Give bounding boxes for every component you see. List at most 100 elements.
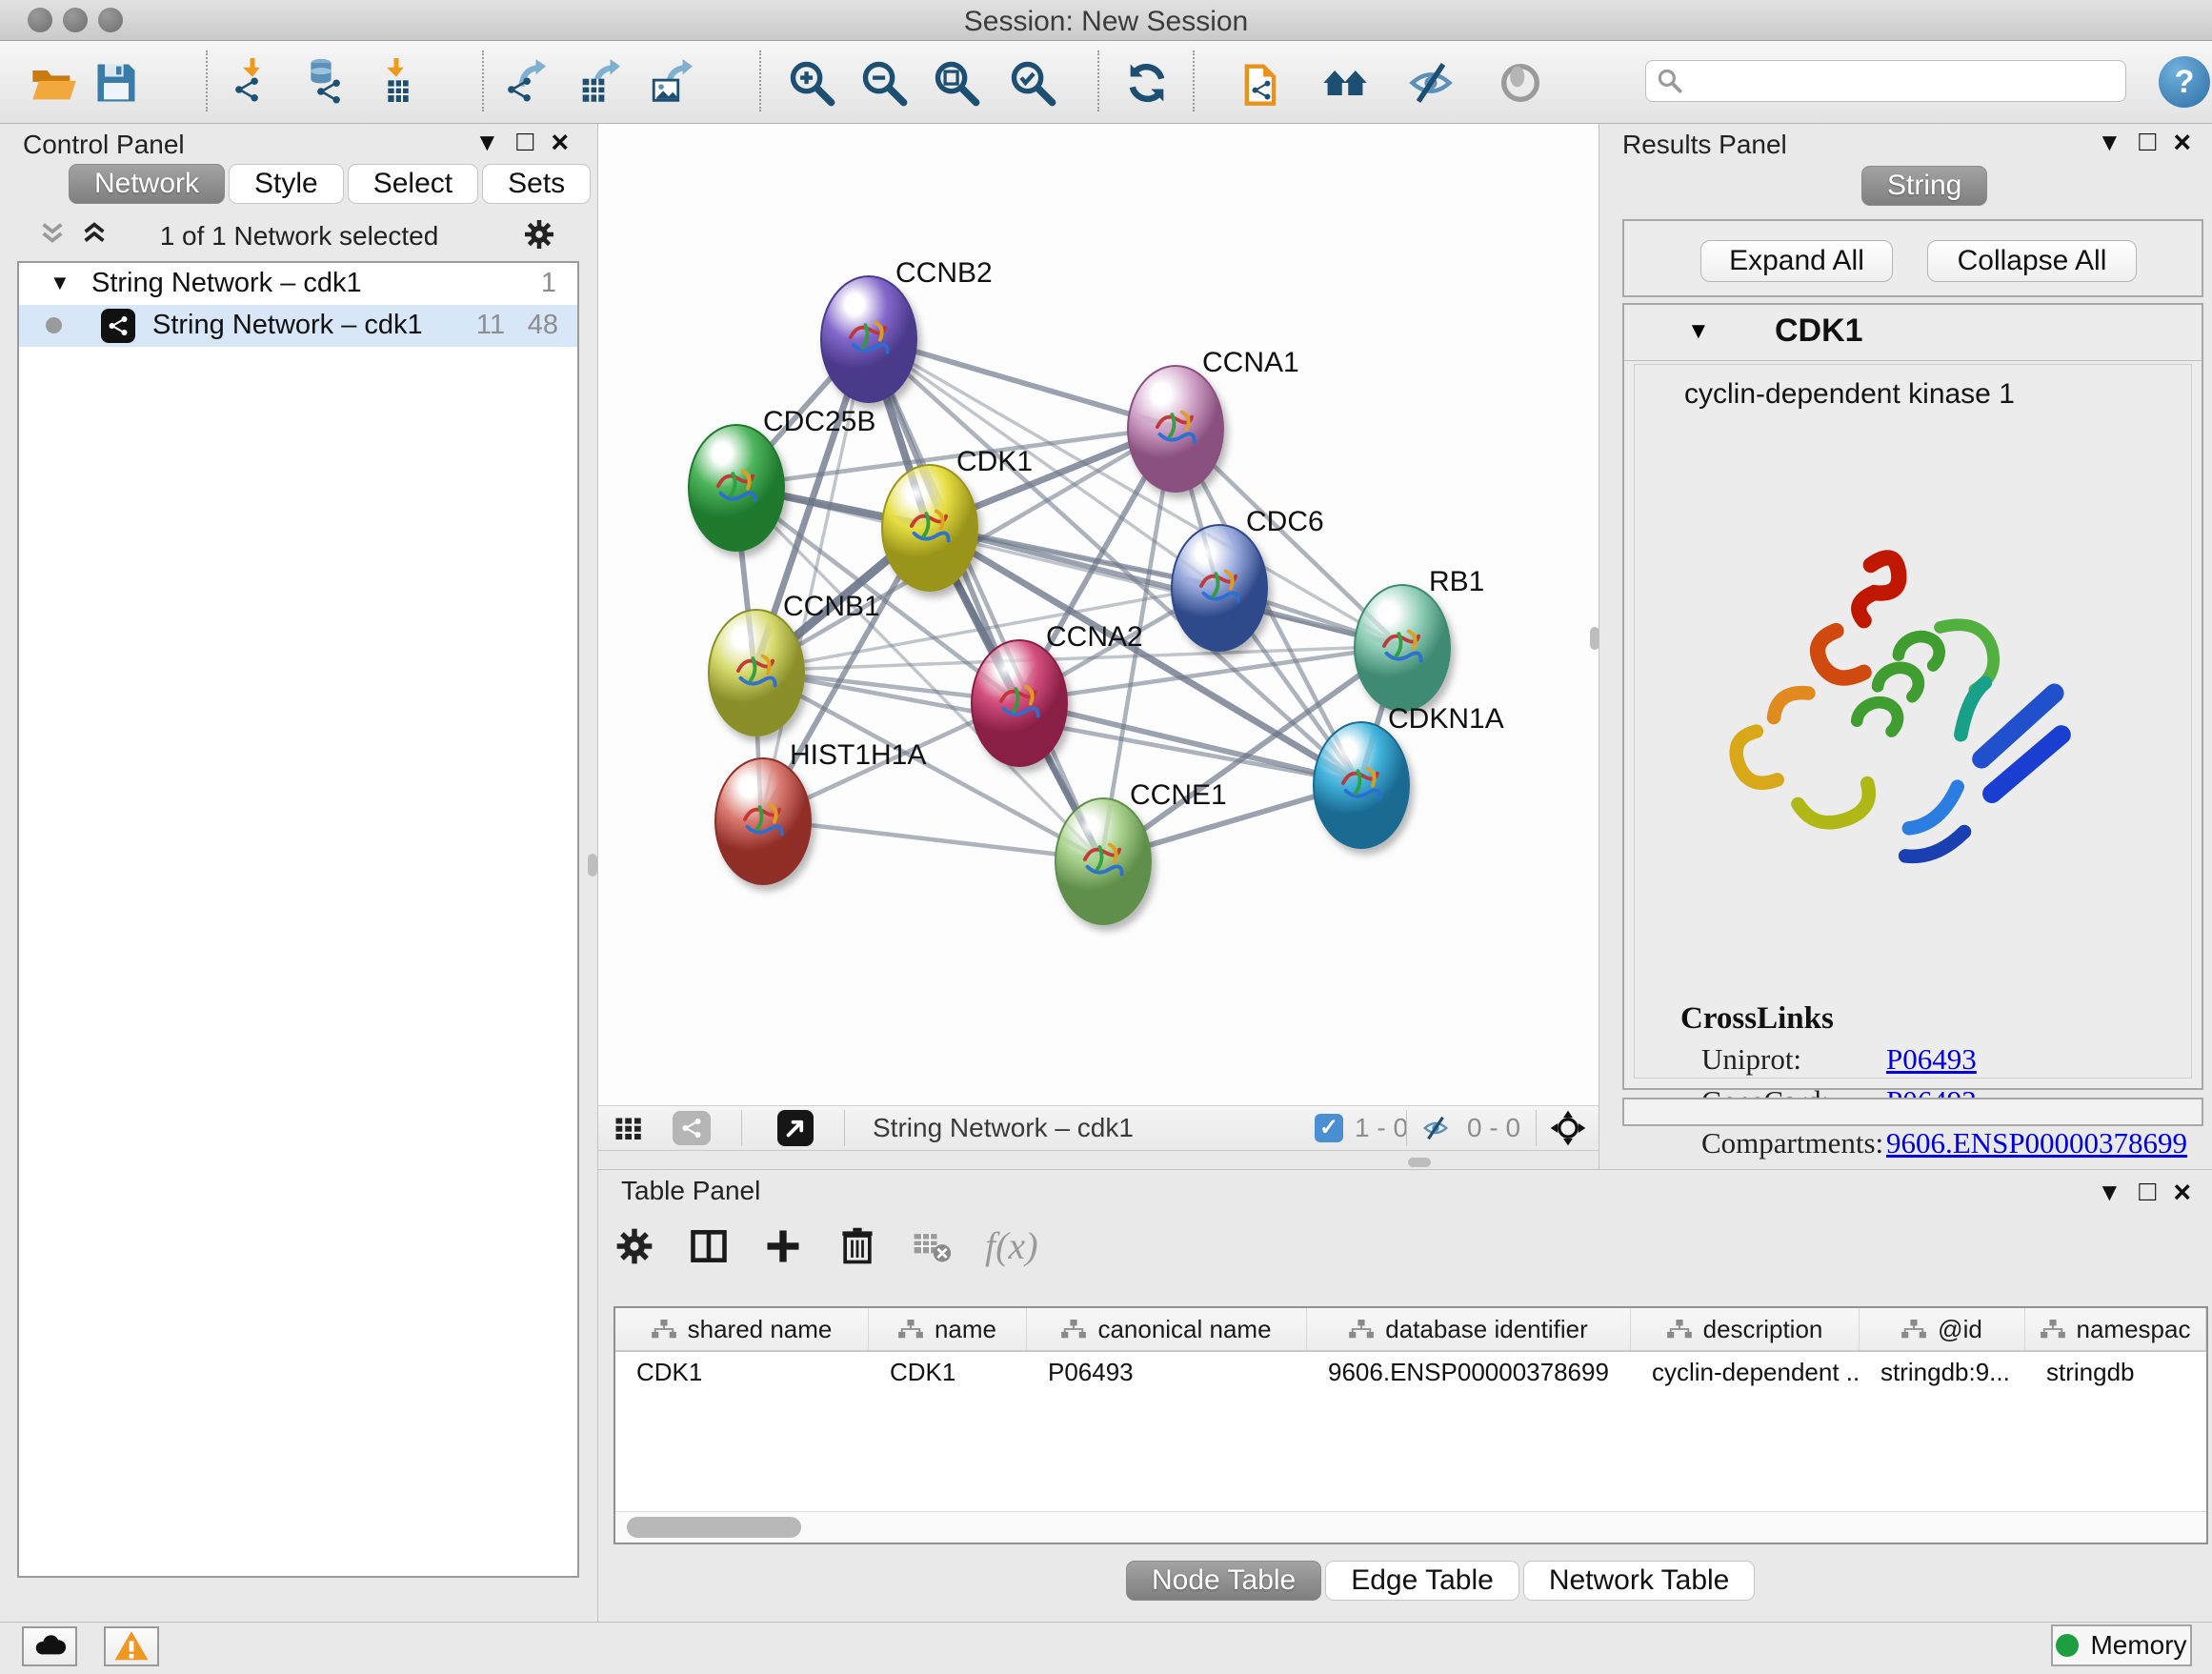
collapse-gene-icon[interactable]: ▼ <box>1687 318 1710 345</box>
control-panel-collapse-button[interactable]: ▼ <box>474 128 499 156</box>
table-cell[interactable]: CDK1 <box>615 1352 869 1392</box>
table-hscrollbar[interactable] <box>615 1511 2206 1543</box>
control-panel-close-button[interactable]: × <box>551 128 569 156</box>
string-view-icon[interactable] <box>673 1111 711 1145</box>
table-cell[interactable]: stringdb <box>2025 1352 2206 1392</box>
hide-enhance-button[interactable] <box>1404 56 1458 110</box>
tree-expand-icon[interactable]: ▼ <box>50 271 70 295</box>
save-session-button[interactable] <box>90 56 143 110</box>
open-session-button[interactable] <box>27 56 80 110</box>
tab-style[interactable]: Style <box>229 164 344 204</box>
table-row[interactable]: CDK1CDK1P064939606.ENSP00000378699cyclin… <box>615 1352 2206 1392</box>
column-header-canonical-name[interactable]: canonical name <box>1027 1308 1307 1350</box>
node-label-CCNB2: CCNB2 <box>895 257 993 290</box>
tab-string[interactable]: String <box>1861 166 1987 206</box>
memory-button[interactable]: Memory <box>2051 1624 2192 1666</box>
column-header-namespac[interactable]: namespac <box>2025 1308 2206 1350</box>
network-name: String Network – cdk1 <box>152 310 423 341</box>
column-header-shared-name[interactable]: shared name <box>615 1308 869 1350</box>
network-node-CCNA1[interactable] <box>1127 365 1224 493</box>
network-node-CCNE1[interactable] <box>1055 797 1152 925</box>
birds-eye-grid-icon[interactable] <box>612 1111 646 1145</box>
import-table-button[interactable] <box>372 56 425 110</box>
search-input[interactable] <box>1684 66 2125 97</box>
string-homes-button[interactable] <box>1318 56 1372 110</box>
delete-column-icon[interactable] <box>836 1225 878 1267</box>
zoom-selected-button[interactable] <box>1006 56 1059 110</box>
tab-edge-table[interactable]: Edge Table <box>1325 1561 1519 1601</box>
table-panel-collapse-button[interactable]: ▼ <box>2097 1178 2122 1206</box>
table-panel-close-button[interactable]: × <box>2173 1178 2191 1206</box>
network-node-CDK1[interactable] <box>881 464 978 592</box>
detach-view-button[interactable] <box>777 1110 814 1146</box>
table-cell[interactable]: cyclin-dependent ... <box>1631 1352 1860 1392</box>
tab-network-table[interactable]: Network Table <box>1523 1561 1756 1601</box>
column-selector-icon[interactable] <box>688 1225 730 1267</box>
string-document-button[interactable] <box>1235 56 1288 110</box>
network-node-RB1[interactable] <box>1354 584 1451 712</box>
results-panel-float-button[interactable]: □ <box>2139 128 2156 156</box>
column-header-name[interactable]: name <box>869 1308 1027 1350</box>
node-label-CDKN1A: CDKN1A <box>1388 703 1504 736</box>
right-splitter-knob[interactable] <box>1590 627 1599 650</box>
crosslink-link[interactable]: P06493 <box>1886 1042 1977 1077</box>
import-network-file-button[interactable] <box>229 56 282 110</box>
warnings-button[interactable] <box>104 1626 159 1666</box>
gear-icon[interactable] <box>522 217 556 252</box>
network-node-CCNA2[interactable] <box>971 639 1068 767</box>
network-node-CDKN1A[interactable] <box>1313 721 1410 849</box>
import-network-database-button[interactable] <box>299 56 352 110</box>
render-sphere-button[interactable] <box>1494 56 1547 110</box>
network-node-HIST1H1A[interactable] <box>714 757 812 885</box>
apply-layout-button[interactable] <box>1120 56 1174 110</box>
table-cell[interactable]: CDK1 <box>869 1352 1027 1392</box>
left-splitter-knob[interactable] <box>588 854 597 877</box>
results-panel-close-button[interactable]: × <box>2173 128 2191 156</box>
network-node-CCNB2[interactable] <box>820 275 917 403</box>
zoom-in-button[interactable] <box>785 56 838 110</box>
network-node-CDC6[interactable] <box>1171 524 1268 652</box>
network-row-selected[interactable]: String Network – cdk1 11 48 <box>19 305 577 347</box>
column-header-@id[interactable]: @id <box>1860 1308 2025 1350</box>
selected-checkbox[interactable]: ✓ <box>1315 1114 1343 1142</box>
network-collection-row[interactable]: ▼ String Network – cdk1 1 <box>19 263 577 305</box>
network-node-CCNB1[interactable] <box>708 609 805 736</box>
horizontal-splitter[interactable] <box>598 1151 1599 1169</box>
results-panel-collapse-button[interactable]: ▼ <box>2097 128 2122 156</box>
table-gear-icon[interactable] <box>613 1225 655 1267</box>
export-image-button[interactable] <box>648 56 701 110</box>
tab-sets[interactable]: Sets <box>482 164 591 204</box>
table-cell[interactable]: stringdb:9... <box>1860 1352 2025 1392</box>
column-header-description[interactable]: description <box>1631 1308 1860 1350</box>
collapse-all-button[interactable]: Collapse All <box>1927 240 2137 282</box>
scrollbar-thumb[interactable] <box>627 1517 801 1538</box>
tab-network[interactable]: Network <box>69 164 225 204</box>
add-column-icon[interactable] <box>762 1225 804 1267</box>
network-canvas[interactable]: CCNB2CCNA1CDC25BCDK1CDC6RB1CCNB1CCNA2CDK… <box>598 124 1599 1106</box>
bottom-splitter-knob[interactable] <box>1408 1158 1431 1167</box>
tab-node-table[interactable]: Node Table <box>1126 1561 1321 1601</box>
network-node-CDC25B[interactable] <box>688 424 785 552</box>
tab-select[interactable]: Select <box>348 164 478 204</box>
current-network-dot <box>46 317 62 333</box>
search-field[interactable] <box>1645 60 2126 102</box>
zoom-fit-button[interactable] <box>930 56 983 110</box>
export-table-button[interactable] <box>575 56 629 110</box>
table-cell[interactable]: P06493 <box>1027 1352 1307 1392</box>
crosshair-icon[interactable] <box>1549 1109 1587 1147</box>
zoom-out-button[interactable] <box>857 56 911 110</box>
table-panel-float-button[interactable]: □ <box>2139 1178 2156 1206</box>
control-panel-float-button[interactable]: □ <box>516 128 533 156</box>
table-cell[interactable]: 9606.ENSP00000378699 <box>1307 1352 1631 1392</box>
structure-thumbnail-icon <box>1331 754 1390 813</box>
protein-structure-image <box>1698 508 2079 927</box>
node-label-CCNA1: CCNA1 <box>1202 347 1299 379</box>
window-title: Session: New Session <box>0 6 2212 38</box>
crosslink-link[interactable]: 9606.ENSP00000378699 <box>1886 1126 2187 1160</box>
column-header-database-identifier[interactable]: database identifier <box>1307 1308 1631 1350</box>
expand-all-button[interactable]: Expand All <box>1700 240 1893 282</box>
help-button[interactable]: ? <box>2159 56 2210 108</box>
export-network-button[interactable] <box>503 56 556 110</box>
gene-section-header[interactable]: ▼ CDK1 <box>1624 305 2202 361</box>
cloud-button[interactable] <box>22 1626 77 1666</box>
